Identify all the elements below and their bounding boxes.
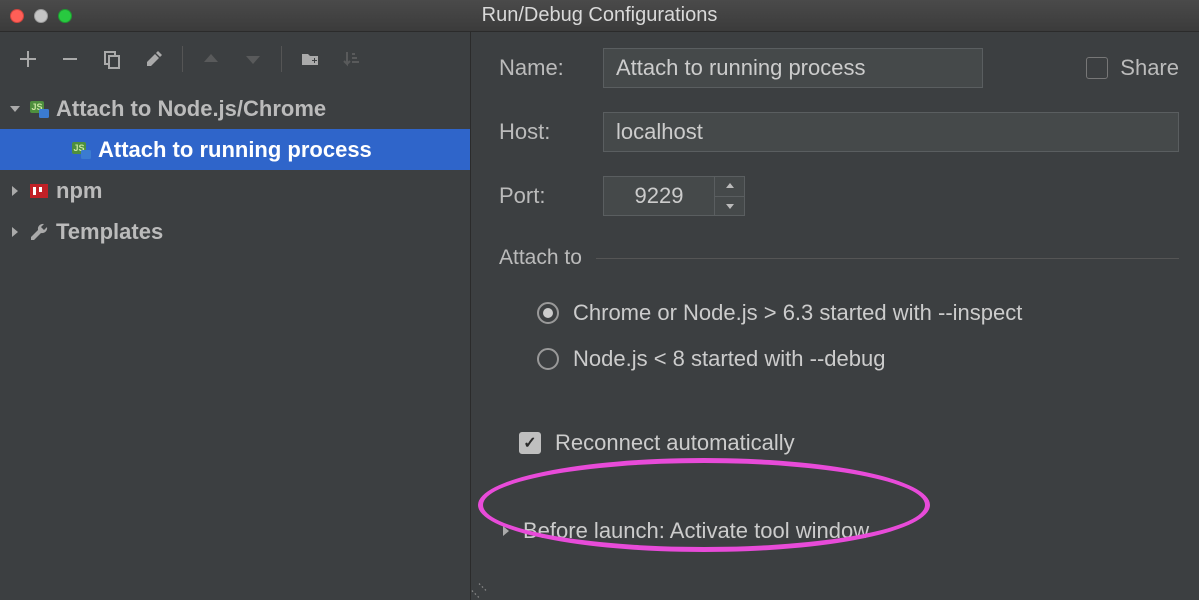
remove-icon[interactable] (60, 49, 80, 69)
tree-node-templates[interactable]: Templates (0, 211, 470, 252)
tree-label: Attach to running process (98, 137, 372, 163)
tree-label: Templates (56, 219, 163, 245)
name-label: Name: (499, 55, 603, 81)
attach-section-label: Attach to (499, 246, 582, 270)
nodejs-attach-icon: JS (70, 139, 92, 161)
reconnect-checkbox[interactable] (519, 432, 541, 454)
name-input[interactable] (603, 48, 983, 88)
npm-icon (28, 180, 50, 202)
before-launch-label: Before launch: Activate tool window (523, 518, 869, 544)
tree-label: npm (56, 178, 102, 204)
radio-label: Chrome or Node.js > 6.3 started with --i… (573, 300, 1022, 326)
tree-node-attach-running[interactable]: JS Attach to running process (0, 129, 470, 170)
port-input[interactable] (604, 177, 714, 215)
toolbar-separator (281, 46, 282, 72)
port-label: Port: (499, 183, 603, 209)
chevron-right-icon[interactable] (8, 225, 22, 239)
titlebar: Run/Debug Configurations (0, 0, 1199, 32)
share-checkbox[interactable] (1086, 57, 1108, 79)
new-folder-icon[interactable] (300, 49, 320, 69)
section-divider (596, 258, 1179, 259)
wrench-icon (28, 221, 50, 243)
copy-icon[interactable] (102, 49, 122, 69)
move-down-icon[interactable] (243, 49, 263, 69)
stepper-up-icon[interactable] (715, 177, 744, 196)
attach-option-inspect[interactable]: Chrome or Node.js > 6.3 started with --i… (499, 290, 1179, 336)
host-input[interactable] (603, 112, 1179, 152)
attach-option-debug[interactable]: Node.js < 8 started with --debug (499, 336, 1179, 382)
edit-defaults-icon[interactable] (144, 49, 164, 69)
radio-label: Node.js < 8 started with --debug (573, 346, 885, 372)
chevron-right-icon[interactable] (499, 524, 513, 538)
toolbar-separator (182, 46, 183, 72)
radio-icon[interactable] (537, 302, 559, 324)
nodejs-attach-icon: JS (28, 98, 50, 120)
tree-node-attach-group[interactable]: JS Attach to Node.js/Chrome (0, 88, 470, 129)
move-up-icon[interactable] (201, 49, 221, 69)
stepper-down-icon[interactable] (715, 196, 744, 216)
chevron-down-icon[interactable] (8, 102, 22, 116)
add-icon[interactable] (18, 49, 38, 69)
config-tree[interactable]: JS Attach to Node.js/Chrome JS Attach to… (0, 86, 470, 600)
radio-icon[interactable] (537, 348, 559, 370)
window-title: Run/Debug Configurations (0, 4, 1199, 27)
tree-label: Attach to Node.js/Chrome (56, 96, 326, 122)
reconnect-label: Reconnect automatically (555, 430, 795, 456)
tree-node-npm[interactable]: npm (0, 170, 470, 211)
port-stepper[interactable] (714, 177, 744, 215)
chevron-right-icon[interactable] (8, 184, 22, 198)
host-label: Host: (499, 119, 603, 145)
share-label: Share (1120, 55, 1179, 81)
config-toolbar (0, 32, 470, 86)
sort-icon[interactable] (342, 49, 362, 69)
